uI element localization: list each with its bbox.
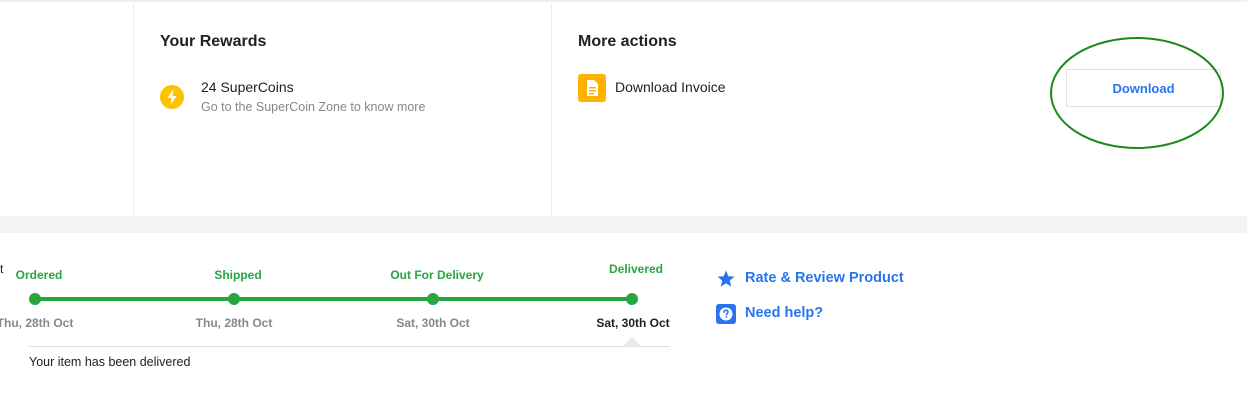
step-out-for-delivery-date: Sat, 30th Oct xyxy=(396,316,470,330)
step-out-for-delivery-label: Out For Delivery xyxy=(390,268,484,282)
step-ordered-dot xyxy=(29,293,41,305)
star-icon xyxy=(717,270,735,287)
step-shipped-date: Thu, 28th Oct xyxy=(195,316,273,330)
step-ordered-date: Thu, 28th Oct xyxy=(0,316,74,330)
column-divider xyxy=(133,4,134,216)
document-icon xyxy=(578,74,606,102)
more-actions-title: More actions xyxy=(578,33,677,50)
step-shipped-dot xyxy=(228,293,240,305)
rewards-title: Your Rewards xyxy=(160,33,267,50)
step-shipped-label: Shipped xyxy=(214,268,262,282)
column-divider xyxy=(551,4,552,216)
lightning-bolt-icon xyxy=(160,85,184,109)
step-ordered-label: Ordered xyxy=(15,268,63,282)
step-delivered-label: Delivered xyxy=(608,262,664,276)
help-icon xyxy=(716,304,736,324)
step-delivered-dot xyxy=(626,293,638,305)
truncated-label: t xyxy=(0,262,4,276)
order-details-page: Your Rewards 24 SuperCoins Go to the Sup… xyxy=(0,0,1247,418)
download-invoice-button[interactable]: Download xyxy=(1066,69,1221,107)
section-separator xyxy=(0,216,1247,233)
delivery-status-message: Your item has been delivered xyxy=(29,355,191,369)
order-summary-card: Your Rewards 24 SuperCoins Go to the Sup… xyxy=(0,0,1247,216)
step-delivered-date: Sat, 30th Oct xyxy=(596,316,670,330)
status-divider xyxy=(29,346,670,347)
step-out-for-delivery-dot xyxy=(427,293,439,305)
supercoins-count: 24 SuperCoins xyxy=(201,79,294,95)
download-invoice-label: Download Invoice xyxy=(615,79,726,95)
tracking-progress-line xyxy=(35,297,633,301)
rate-review-link[interactable]: Rate & Review Product xyxy=(745,270,904,286)
supercoin-zone-hint[interactable]: Go to the SuperCoin Zone to know more xyxy=(201,100,425,114)
need-help-link[interactable]: Need help? xyxy=(745,305,823,321)
